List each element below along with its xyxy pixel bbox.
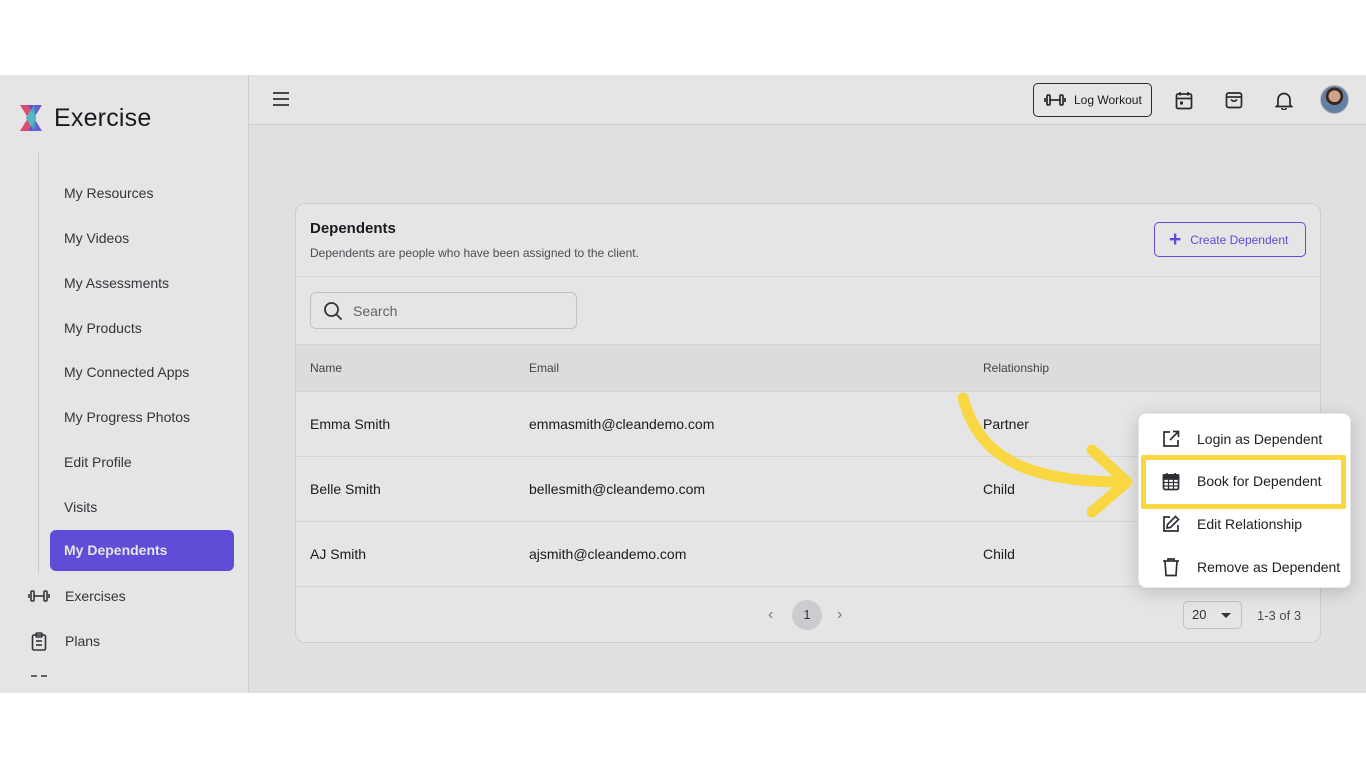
page-title: Dependents <box>310 220 396 237</box>
calendar-grid-icon <box>1160 470 1182 492</box>
create-dependent-button[interactable]: + Create Dependent <box>1154 222 1306 257</box>
app-name: Exercise <box>54 103 152 132</box>
log-workout-label: Log Workout <box>1074 93 1142 107</box>
divider <box>296 276 1320 277</box>
pagination-range: 1-3 of 3 <box>1257 608 1302 623</box>
nav-divider <box>38 153 39 573</box>
chevron-left-icon[interactable]: ‹ <box>768 607 773 623</box>
calendar-icon[interactable] <box>1173 89 1195 111</box>
rows-per-page-select[interactable]: 20 <box>1183 601 1242 629</box>
sidebar-item-visits[interactable]: Visits <box>64 497 97 517</box>
sidebar-item-my-dependents[interactable]: My Dependents <box>50 530 234 571</box>
page-subtitle: Dependents are people who have been assi… <box>310 246 639 260</box>
shopping-bag-icon[interactable] <box>1223 89 1245 111</box>
sidebar-item-my-videos[interactable]: My Videos <box>64 228 129 248</box>
cell-name: AJ Smith <box>310 546 367 562</box>
top-header: Log Workout <box>249 75 1366 125</box>
logo-mark-icon <box>17 103 45 133</box>
main-content: Dependents Dependents are people who hav… <box>249 125 1366 693</box>
avatar[interactable] <box>1320 85 1349 114</box>
sidebar-item-plans[interactable]: Plans <box>28 631 100 651</box>
column-header-email: Email <box>529 361 560 375</box>
log-workout-button[interactable]: Log Workout <box>1033 83 1152 117</box>
edit-icon <box>1160 513 1182 535</box>
sidebar-item-label: Plans <box>65 633 101 649</box>
cell-relationship: Partner <box>983 416 1029 432</box>
cell-name: Belle Smith <box>310 481 381 497</box>
menu-item-label: Remove as Dependent <box>1197 559 1341 575</box>
hamburger-menu-icon[interactable] <box>272 91 290 107</box>
menu-item-book-for-dependent[interactable]: Book for Dependent <box>1139 461 1350 501</box>
menu-item-label: Login as Dependent <box>1197 431 1323 447</box>
cell-email: emmasmith@cleandemo.com <box>529 416 715 432</box>
clipboard-icon <box>28 631 50 651</box>
menu-item-edit-relationship[interactable]: Edit Relationship <box>1139 504 1350 544</box>
menu-item-login-as-dependent[interactable]: Login as Dependent <box>1139 419 1350 459</box>
plus-icon: + <box>1169 228 1182 251</box>
bell-icon[interactable] <box>1273 89 1295 111</box>
sidebar-item-edit-profile[interactable]: Edit Profile <box>64 452 132 472</box>
cell-name: Emma Smith <box>310 416 391 432</box>
page-button-current[interactable]: 1 <box>792 600 822 630</box>
cell-email: bellesmith@cleandemo.com <box>529 481 706 497</box>
table-header: Name Email Relationship <box>296 344 1320 392</box>
chevron-down-icon <box>1221 613 1231 618</box>
sidebar-item-my-products[interactable]: My Products <box>64 318 142 338</box>
search-input[interactable]: Search <box>310 292 577 329</box>
create-dependent-label: Create Dependent <box>1190 232 1289 247</box>
menu-item-label: Book for Dependent <box>1197 473 1322 489</box>
row-actions-menu: Login as Dependent Book for Dependent Ed… <box>1138 413 1351 588</box>
column-header-name: Name <box>310 361 343 375</box>
sidebar-item-my-connected-apps[interactable]: My Connected Apps <box>64 362 189 382</box>
cell-relationship: Child <box>983 546 1015 562</box>
sidebar-item-my-progress-photos[interactable]: My Progress Photos <box>64 407 190 427</box>
search-icon <box>323 301 343 321</box>
column-header-relationship: Relationship <box>983 361 1050 375</box>
external-link-icon <box>1160 428 1182 450</box>
app-window: Exercise My Resources My Videos My Asses… <box>0 75 1366 693</box>
app-logo[interactable]: Exercise <box>17 103 151 133</box>
cell-email: ajsmith@cleandemo.com <box>529 546 687 562</box>
dumbbell-icon <box>28 586 50 606</box>
menu-item-remove-as-dependent[interactable]: Remove as Dependent <box>1139 547 1350 587</box>
pagination: ‹ 1 › 20 1-3 of 3 <box>296 586 1320 642</box>
more-indicator <box>31 675 47 677</box>
trash-icon <box>1160 556 1182 578</box>
sidebar-item-label: Exercises <box>65 588 126 604</box>
sidebar-item-my-assessments[interactable]: My Assessments <box>64 273 169 293</box>
sidebar-item-my-resources[interactable]: My Resources <box>64 183 153 203</box>
sidebar-item-exercises[interactable]: Exercises <box>28 586 126 606</box>
search-placeholder: Search <box>353 302 398 319</box>
chevron-right-icon[interactable]: › <box>837 607 842 623</box>
sidebar: Exercise My Resources My Videos My Asses… <box>0 75 249 693</box>
cell-relationship: Child <box>983 481 1015 497</box>
dumbbell-icon <box>1044 92 1066 108</box>
rows-per-page-value: 20 <box>1192 607 1207 622</box>
menu-item-label: Edit Relationship <box>1197 516 1303 532</box>
